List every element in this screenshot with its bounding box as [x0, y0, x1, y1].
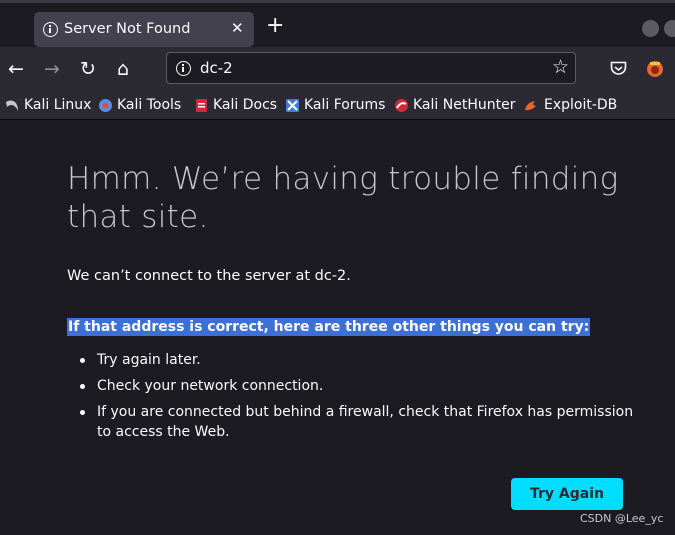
window-minimize-button[interactable]: [642, 20, 659, 37]
try-again-button[interactable]: Try Again: [511, 478, 623, 510]
url-input[interactable]: dc-2: [200, 59, 233, 77]
error-description: We can’t connect to the server at dc-2.: [67, 268, 351, 284]
close-tab-icon[interactable]: ✕: [231, 19, 244, 37]
nethunter-icon: [395, 98, 408, 112]
kali-dragon-icon: [6, 100, 18, 111]
bookmark-label: Exploit-DB: [544, 97, 618, 113]
bookmark-kali-forums[interactable]: Kali Forums: [285, 96, 385, 114]
bookmarks-toolbar: Kali Linux Kali Tools Kali Docs Kali For…: [0, 90, 675, 120]
pocket-icon[interactable]: [610, 61, 627, 77]
tab-strip: Server Not Found ✕ +: [0, 0, 675, 47]
error-title: Hmm. We’re having trouble finding that s…: [67, 161, 619, 235]
back-button[interactable]: ←: [5, 58, 27, 80]
bookmark-kali-docs[interactable]: Kali Docs: [194, 96, 277, 114]
new-tab-button[interactable]: +: [266, 15, 284, 37]
extension-icon[interactable]: [645, 59, 665, 79]
url-bar[interactable]: dc-2 ☆: [166, 52, 576, 84]
bookmark-label: Kali Linux: [24, 97, 92, 113]
navigation-toolbar: ← → ↻ ⌂ dc-2 ☆: [0, 47, 675, 90]
bookmark-label: Kali NetHunter: [413, 97, 516, 113]
forward-button[interactable]: →: [41, 58, 63, 80]
bookmark-label: Kali Docs: [213, 97, 278, 113]
home-button[interactable]: ⌂: [112, 58, 134, 80]
bookmark-kali-linux[interactable]: Kali Linux: [5, 96, 91, 114]
watermark: CSDN @Lee_yc: [580, 512, 664, 525]
kali-docs-icon: [196, 98, 207, 112]
kali-forums-icon: [286, 98, 299, 112]
info-icon: [43, 22, 58, 37]
suggestions-list: Try again later. Check your network conn…: [78, 350, 638, 448]
bookmark-kali-nethunter[interactable]: Kali NetHunter: [394, 96, 515, 114]
bookmark-star-icon[interactable]: ☆: [552, 56, 569, 78]
window-maximize-button[interactable]: [664, 20, 675, 37]
suggestion-item: Check your network connection.: [78, 376, 638, 396]
reload-button[interactable]: ↻: [77, 58, 99, 80]
tab-server-not-found[interactable]: Server Not Found ✕: [34, 12, 254, 47]
suggestion-item: If you are connected but behind a firewa…: [78, 402, 638, 442]
bookmark-kali-tools[interactable]: Kali Tools: [98, 96, 181, 114]
bookmark-exploit-db[interactable]: Exploit-DB: [523, 96, 617, 114]
site-info-icon[interactable]: [176, 61, 191, 76]
tab-title: Server Not Found: [64, 21, 191, 37]
error-hint-heading: If that address is correct, here are thr…: [67, 318, 591, 336]
bookmark-label: Kali Forums: [304, 97, 386, 113]
bookmark-label: Kali Tools: [117, 97, 182, 113]
suggestion-item: Try again later.: [78, 350, 638, 370]
exploit-db-icon: [525, 100, 536, 110]
kali-tools-icon: [99, 98, 112, 112]
